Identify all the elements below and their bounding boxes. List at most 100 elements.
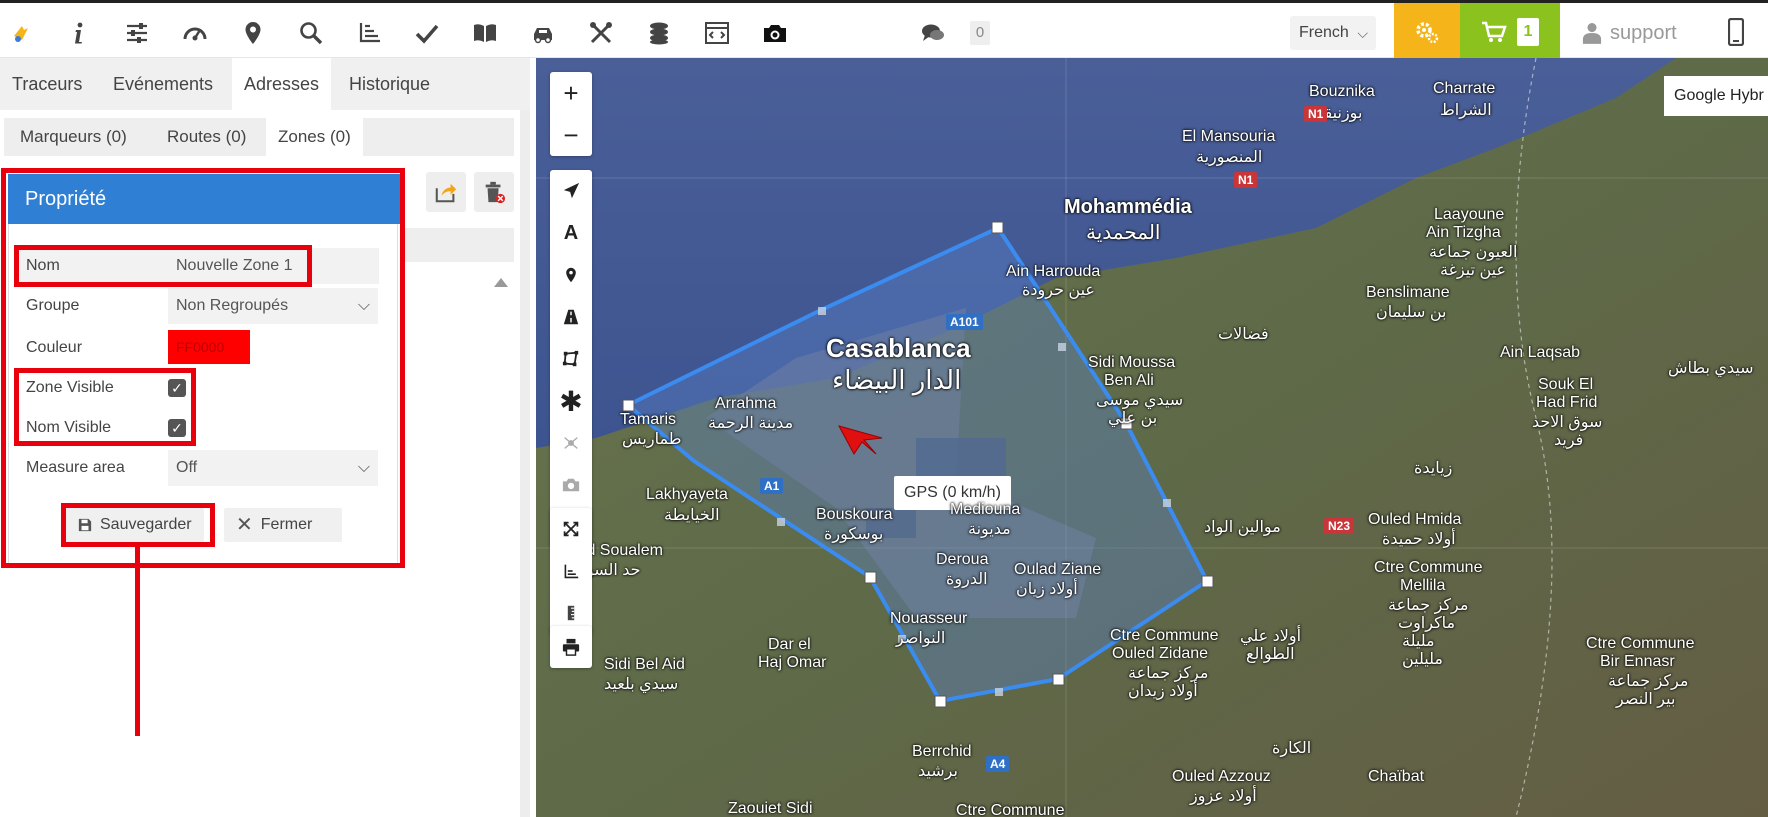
measure-area-select[interactable]: Off ⌵ (168, 450, 378, 486)
map-label-oulad-ziane-ar: أولاد زيان (1016, 581, 1078, 598)
save-label: Sauvegarder (100, 516, 192, 533)
tab-historique[interactable]: Historique (337, 58, 442, 110)
tools-icon[interactable] (584, 16, 618, 50)
groupe-label: Groupe (26, 297, 80, 314)
check-icon[interactable] (410, 16, 444, 50)
zone-visible-checkbox[interactable]: ✓ (168, 379, 186, 397)
map-label-nouasseur: Nouasseur (890, 610, 968, 627)
network-tool-icon[interactable] (550, 422, 592, 464)
car-gps-icon[interactable] (526, 16, 560, 50)
coins-icon[interactable] (642, 16, 676, 50)
map-label-bouskoura: Bouskoura (816, 506, 893, 523)
polygon-tool-icon[interactable] (550, 338, 592, 380)
couleur-label: Couleur (26, 339, 83, 356)
close-button[interactable]: ✕ Fermer (224, 508, 342, 542)
map-label-mellila-ar3: مليلة (1402, 633, 1435, 650)
map-layer-select[interactable]: Google Hybr (1664, 76, 1768, 116)
nom-visible-checkbox[interactable]: ✓ (168, 419, 186, 437)
map-label-nouasseur-ar: النواصر (896, 630, 946, 647)
scroll-up-arrow-icon[interactable] (494, 278, 508, 287)
groupe-value: Non Regroupés (176, 297, 289, 314)
road-shield-a4: A4 (986, 756, 1010, 772)
vehicle-arrow-icon[interactable] (836, 418, 886, 458)
map-label-arrahma-ar: مدينة الرحمة (708, 415, 794, 432)
zoom-out-button[interactable]: − (550, 114, 592, 156)
export-button[interactable] (426, 172, 466, 212)
trash-icon (485, 181, 506, 204)
nom-input[interactable]: Nouvelle Zone 1 (168, 248, 293, 284)
map-label-sidi-bel-aid: Sidi Bel Aid (604, 656, 685, 673)
map-label-lakhyayeta: Lakhyayeta (646, 486, 728, 503)
map-label-ain-tizgha-ar: العيون جماعة (1429, 244, 1518, 261)
groupe-select[interactable]: Non Regroupés ⌵ (168, 288, 378, 324)
map-label-ouled-zidane-ar2: أولاد زيدان (1128, 683, 1198, 700)
property-dialog (8, 174, 398, 564)
map-label-ouled-azzouz-ar: أولاد عزوز (1190, 788, 1257, 805)
tab-routes[interactable]: Routes (0) (155, 118, 258, 156)
map-pin-icon[interactable] (236, 16, 270, 50)
map-view[interactable]: GPS (0 km/h) Casablanca الدار البيضاء Mo… (536, 58, 1768, 817)
map-label-ctre-commune-oz: Ctre Commune (1110, 627, 1219, 644)
map-label-sidi-moussa-ar: سيدي موسى (1096, 392, 1184, 409)
map-label-mediouna-ar: مديونة (968, 521, 1011, 538)
chart-axis-icon[interactable] (352, 16, 386, 50)
asterisk-tool-icon[interactable]: ✱ (550, 380, 592, 422)
mobile-phone-icon[interactable] (1727, 17, 1745, 51)
tab-marqueurs[interactable]: Marqueurs (0) (8, 118, 139, 156)
panel-scrollbar[interactable] (520, 58, 530, 817)
sliders-icon[interactable] (120, 16, 154, 50)
fullscreen-icon[interactable] (550, 508, 592, 550)
map-label-zyayda-ar: زيايدة (1414, 460, 1453, 477)
logo-icon[interactable] (4, 16, 38, 50)
cart-button[interactable]: 1 (1460, 3, 1560, 61)
map-label-souk-ar: سوق الاحد (1532, 414, 1603, 431)
delete-button[interactable] (474, 172, 514, 212)
map-label-ben-ali-ar: بن علي (1108, 410, 1158, 427)
measure-angle-icon[interactable] (550, 550, 592, 592)
camera-icon[interactable] (758, 16, 792, 50)
code-window-icon[interactable] (700, 16, 734, 50)
tab-adresses[interactable]: Adresses (232, 58, 332, 110)
road-tool-icon[interactable] (550, 296, 592, 338)
print-icon[interactable] (550, 626, 592, 668)
marker-tool-icon[interactable] (550, 254, 592, 296)
map-label-ouled-hmida-ar: أولاد حميدة (1382, 531, 1456, 548)
text-tool-icon[interactable]: A (550, 212, 592, 254)
map-label-ouled-azzouz: Ouled Azzouz (1172, 768, 1271, 785)
info-icon[interactable] (62, 16, 96, 50)
map-extra-tools (550, 508, 592, 634)
close-icon: ✕ (236, 514, 253, 536)
tab-traceurs[interactable]: Traceurs (0, 58, 94, 110)
cart-icon (1482, 21, 1507, 42)
map-label-souk-el: Souk El (1538, 376, 1594, 393)
map-label-sidi-btach-ar: سيدي بطاش (1668, 360, 1754, 377)
search-icon[interactable] (294, 16, 328, 50)
chevron-down-icon: ⌵ (357, 459, 370, 476)
nom-label: Nom (26, 257, 60, 274)
map-label-benslimane-ar: بن سليمان (1376, 304, 1447, 321)
navigate-arrow-icon[interactable] (550, 170, 592, 212)
couleur-picker[interactable]: FF0000 (168, 330, 250, 364)
map-label-sidi-moussa: Sidi Moussa (1088, 354, 1176, 371)
book-icon[interactable] (468, 16, 502, 50)
map-label-arrahma: Arrahma (715, 395, 777, 412)
map-label-bouskoura-ar: بوسكورة (824, 526, 884, 543)
settings-button[interactable] (1394, 3, 1460, 61)
road-shield-n23: N23 (1324, 518, 1355, 534)
map-label-ctre-commune-bottom: Ctre Commune (956, 802, 1065, 817)
chat-icon[interactable] (916, 16, 950, 50)
tab-zones[interactable]: Zones (0) (266, 118, 363, 156)
tab-evenements[interactable]: Evénements (101, 58, 225, 110)
map-label-berrchid: Berrchid (912, 743, 972, 760)
map-label-ain-tizgha-ar2: عين تيزغة (1440, 262, 1507, 279)
language-select[interactable]: French ⌵ (1290, 16, 1376, 50)
speedometer-icon[interactable] (178, 16, 212, 50)
photo-tool-icon[interactable] (550, 464, 592, 506)
user-menu[interactable]: support (1582, 16, 1677, 50)
map-label-tamaris-ar: طماريس (622, 431, 682, 448)
save-button[interactable]: Sauvegarder (66, 508, 204, 542)
map-label-deroua: Deroua (936, 551, 989, 568)
map-label-ain-tizgha: Ain Tizgha (1426, 224, 1501, 241)
map-label-el-mansouria-ar: المنصورية (1196, 149, 1263, 166)
zoom-in-button[interactable]: + (550, 72, 592, 114)
